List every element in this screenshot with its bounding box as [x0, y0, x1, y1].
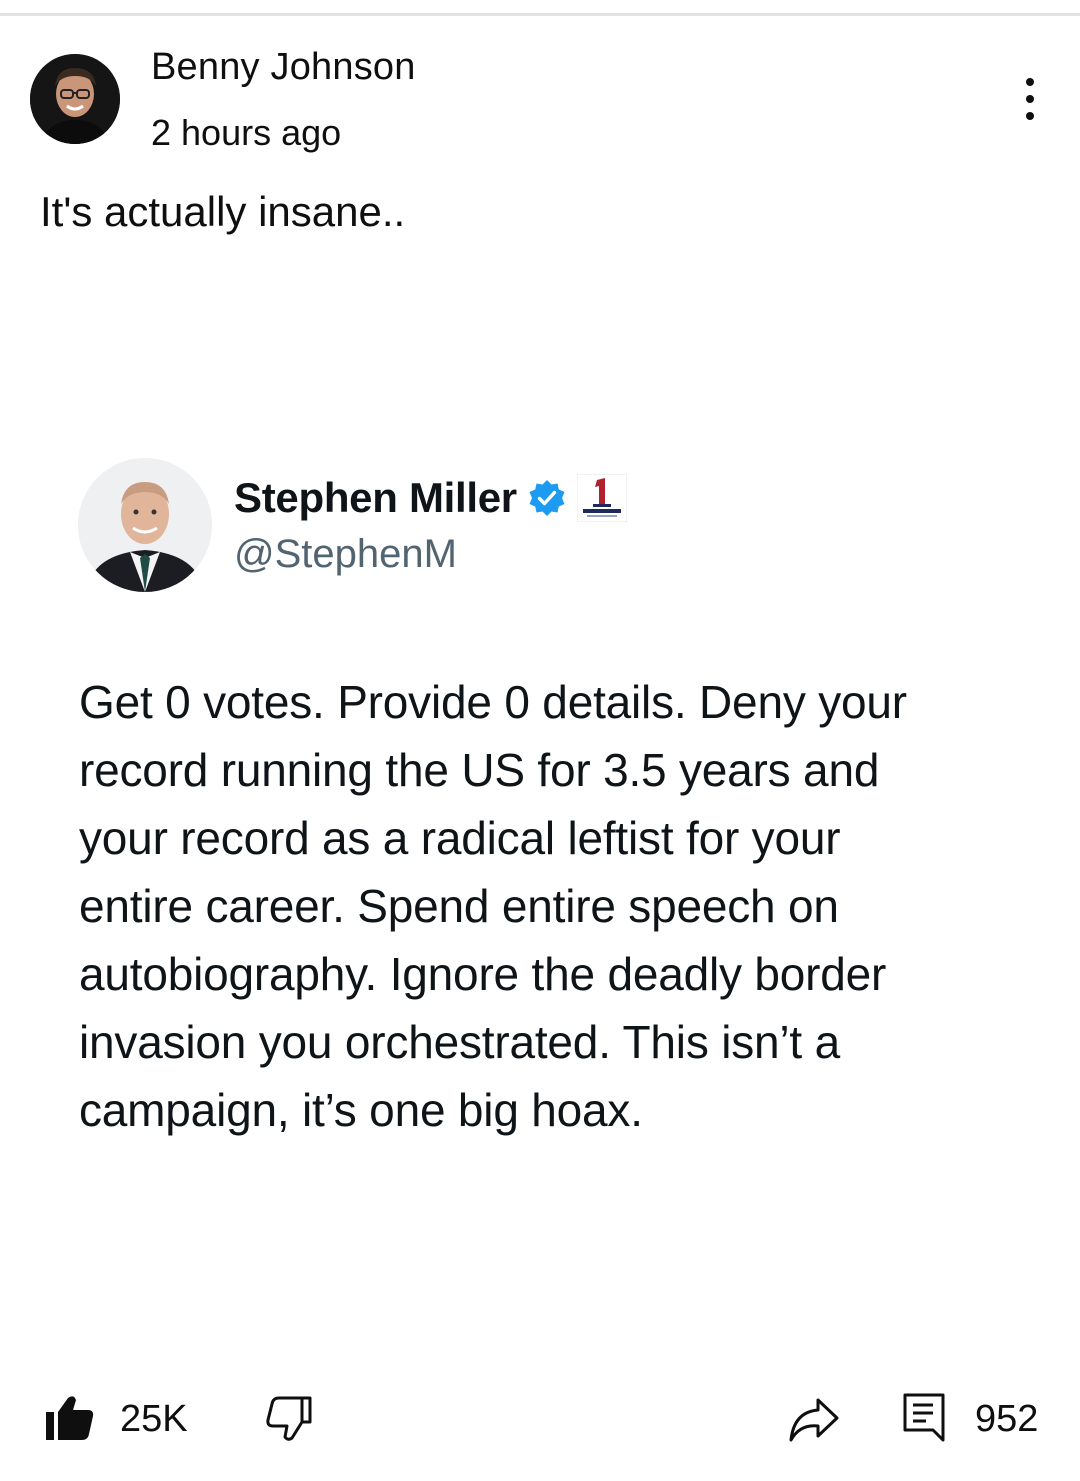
share-icon — [789, 1398, 839, 1442]
tweet-body-line: entire career. Spend entire speech on — [79, 880, 839, 932]
comment-icon — [903, 1393, 945, 1442]
share-button[interactable] — [788, 1396, 840, 1442]
tweet-body-line: invasion you orchestrated. This isn’t a — [79, 1016, 840, 1068]
author-name[interactable]: Benny Johnson — [151, 46, 416, 89]
tweet-handle: @StephenM — [234, 532, 457, 576]
more-vert-icon-dot — [1026, 95, 1034, 103]
comment-count: 952 — [975, 1398, 1039, 1440]
tweet-avatar-image — [78, 458, 212, 592]
tweet-body-line: Get 0 votes. Provide 0 details. Deny you… — [79, 676, 907, 728]
like-button[interactable] — [44, 1394, 96, 1442]
america-first-badge-icon — [576, 473, 628, 523]
tweet-body-line: your record as a radical leftist for you… — [79, 812, 841, 864]
post-text: It's actually insane.. — [40, 188, 406, 235]
tweet-author-name: Stephen Miller — [234, 474, 517, 521]
author-avatar[interactable] — [30, 54, 120, 144]
tweet-body-line: record running the US for 3.5 years and — [79, 744, 880, 796]
tweet-body: Get 0 votes. Provide 0 details. Deny you… — [79, 668, 1019, 1144]
post-timestamp: 2 hours ago — [151, 112, 342, 153]
tweet-body-line: autobiography. Ignore the deadly border — [79, 948, 887, 1000]
more-vert-icon-dot — [1026, 112, 1034, 120]
post-image[interactable]: Stephen Miller @StephenM Get 0 votes. Pr… — [0, 430, 1080, 1190]
thumbs-up-icon — [46, 1396, 94, 1440]
more-vert-icon — [1026, 78, 1034, 86]
america-first-logo — [576, 473, 628, 523]
tweet-name-row: Stephen Miller — [234, 473, 628, 523]
top-divider — [0, 13, 1080, 16]
like-count: 25K — [120, 1398, 188, 1440]
avatar-image — [30, 54, 120, 144]
comment-button[interactable] — [902, 1392, 946, 1444]
verified-badge-icon — [529, 480, 565, 516]
thumbs-down-icon — [266, 1396, 312, 1441]
dislike-button[interactable] — [264, 1396, 314, 1442]
more-options-button[interactable] — [1008, 72, 1052, 126]
tweet-body-line: campaign, it’s one big hoax. — [79, 1084, 643, 1136]
tweet-author-avatar — [78, 458, 212, 592]
